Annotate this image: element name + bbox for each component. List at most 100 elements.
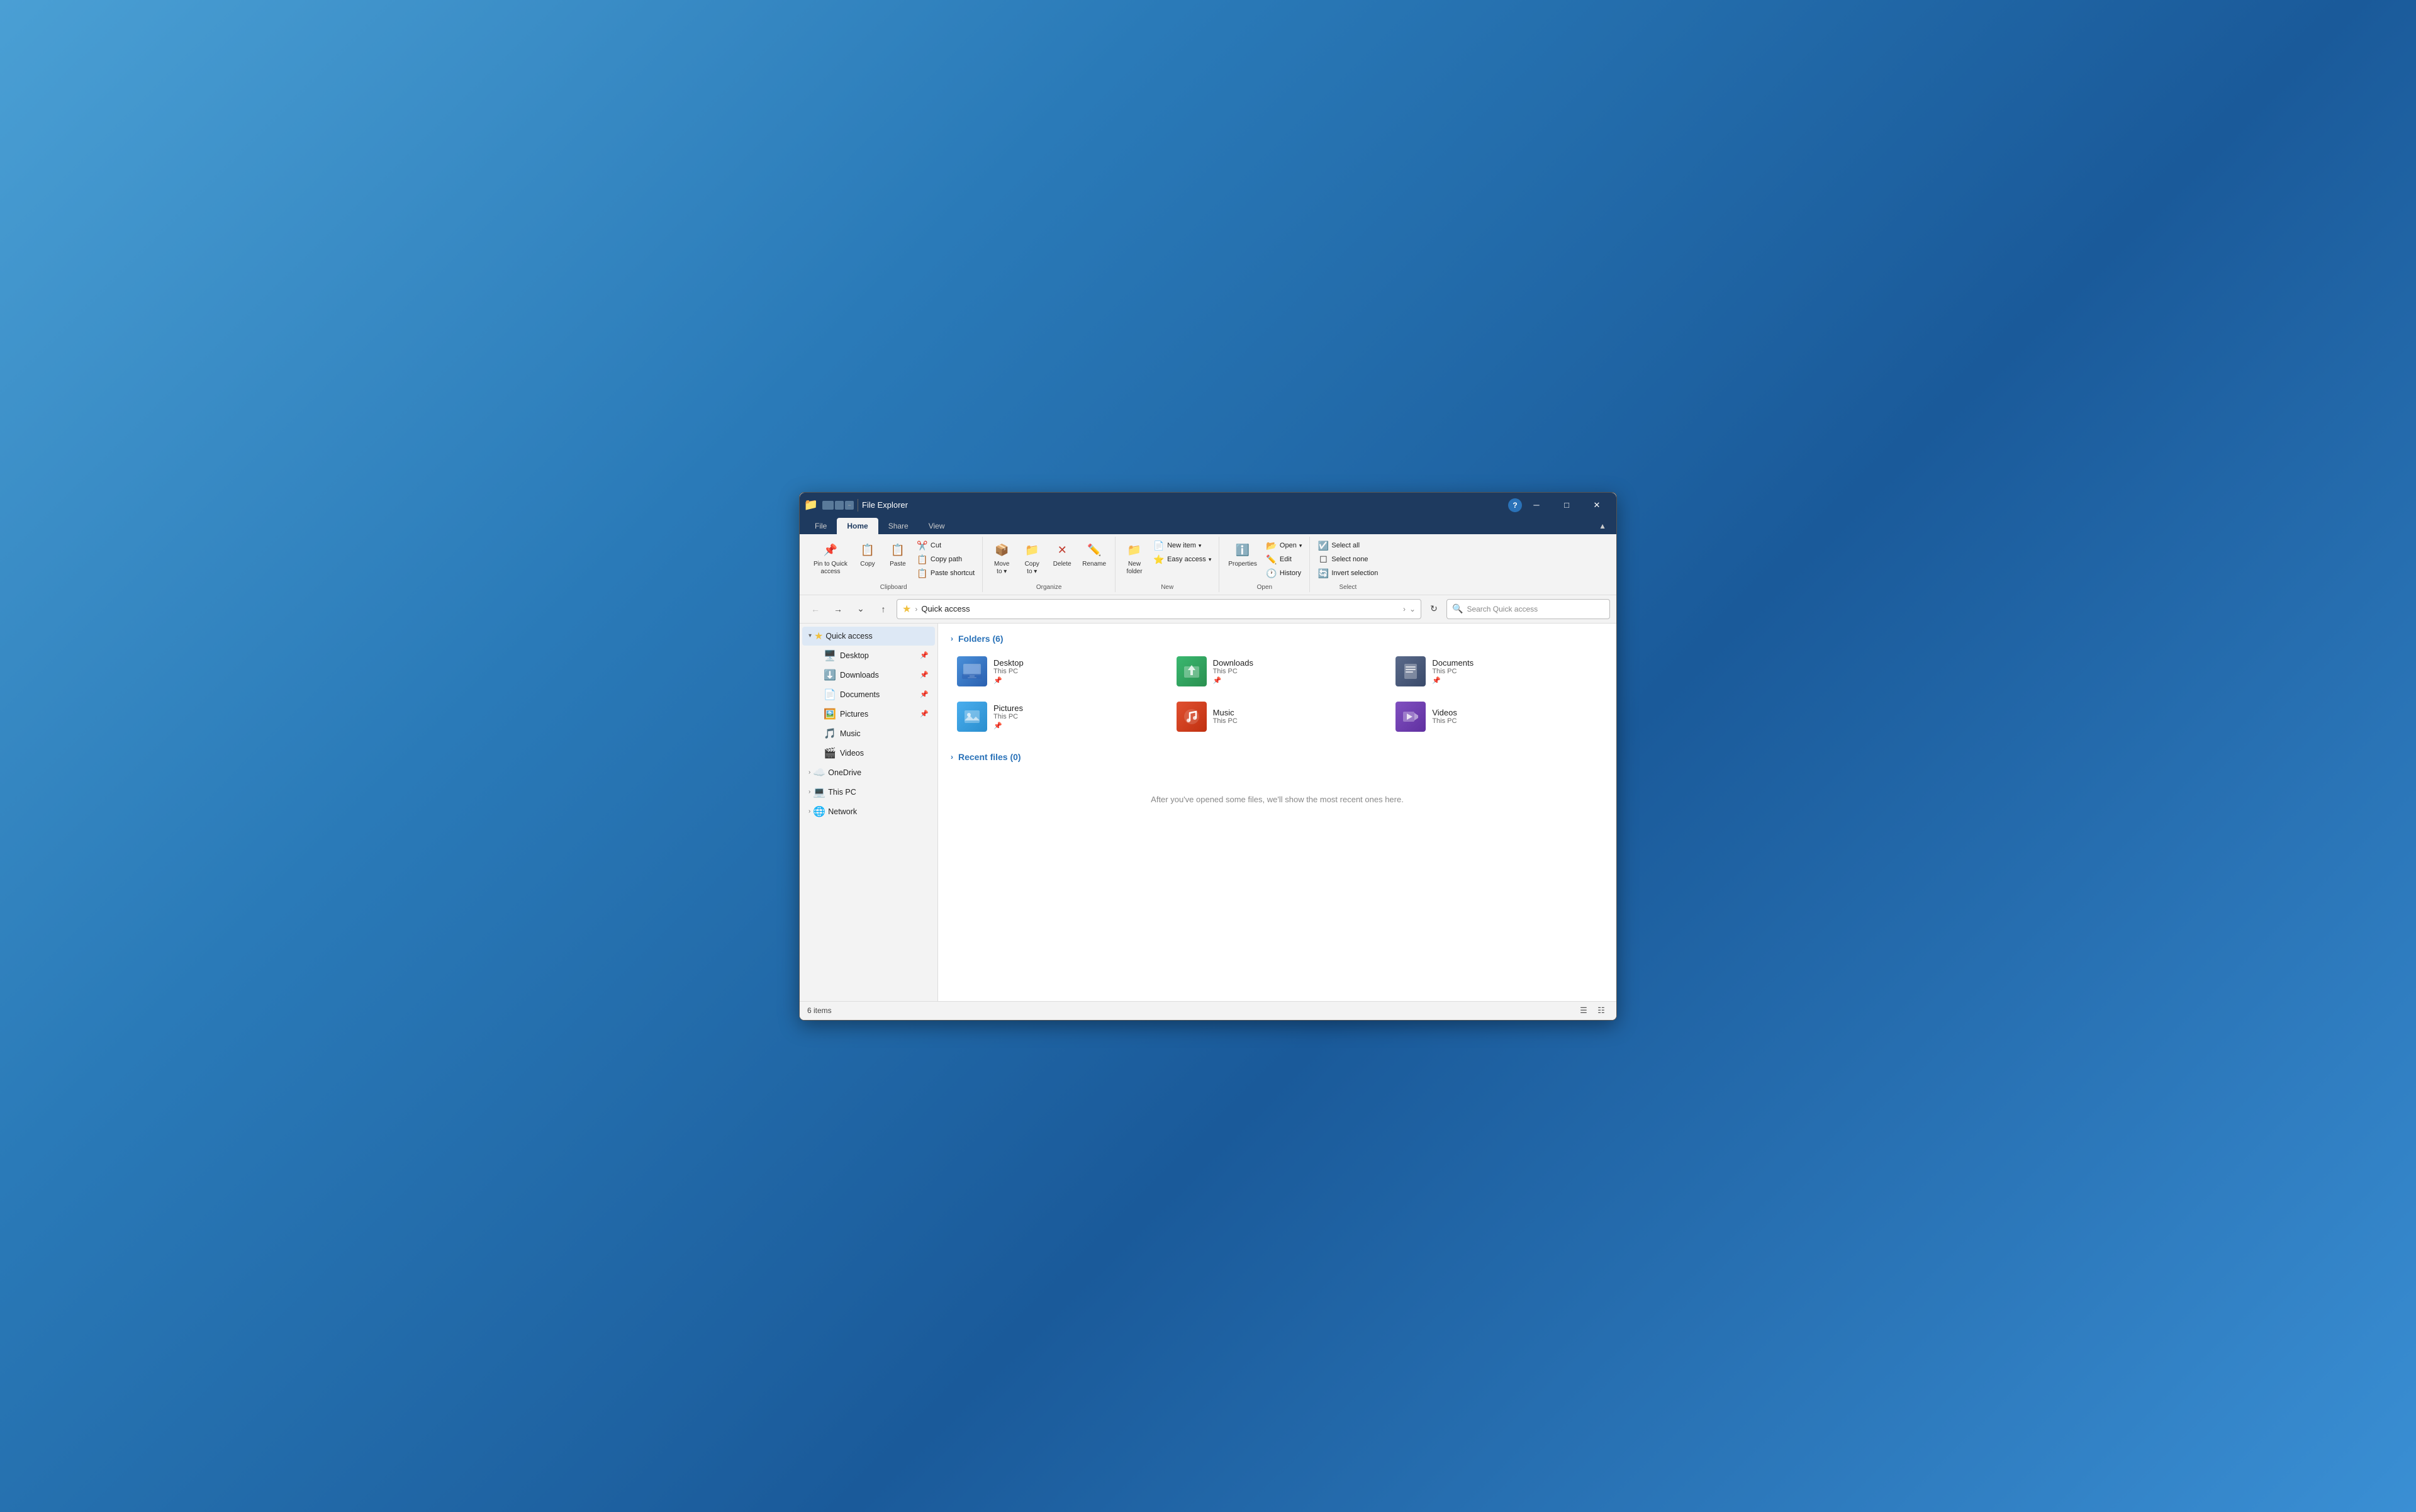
select-all-button[interactable]: ☑️ Select all bbox=[1315, 539, 1380, 552]
folders-section-header[interactable]: › Folders (6) bbox=[951, 634, 1604, 644]
new-item-button[interactable]: 📄 New item ▾ bbox=[1151, 539, 1214, 552]
invert-selection-label: Invert selection bbox=[1331, 569, 1378, 577]
recent-empty-message: After you've opened some files, we'll sh… bbox=[951, 770, 1604, 829]
tab-share[interactable]: Share bbox=[878, 518, 919, 534]
recent-locations-button[interactable]: ⌄ bbox=[851, 600, 870, 619]
tab-view[interactable]: View bbox=[919, 518, 955, 534]
sidebar-network[interactable]: › 🌐 Network bbox=[802, 802, 935, 821]
quick-access-label: Quick access bbox=[825, 632, 872, 641]
pin-to-quick-access-button[interactable]: 📌 Pin to Quickaccess bbox=[810, 539, 851, 578]
move-to-label: Moveto ▾ bbox=[994, 561, 1009, 576]
copy-to-button[interactable]: 📁 Copyto ▾ bbox=[1018, 539, 1046, 578]
music-location: This PC bbox=[1213, 717, 1238, 725]
delete-button[interactable]: ✕ Delete bbox=[1048, 539, 1076, 571]
tab-home[interactable]: Home bbox=[837, 518, 878, 534]
minimize-button[interactable]: ─ bbox=[1522, 495, 1551, 515]
sidebar-item-music[interactable]: 🎵 Music bbox=[817, 724, 935, 743]
sidebar-onedrive[interactable]: › ☁️ OneDrive bbox=[802, 763, 935, 782]
move-to-button[interactable]: 📦 Moveto ▾ bbox=[988, 539, 1015, 578]
paste-shortcut-button[interactable]: 📋 Paste shortcut bbox=[914, 567, 977, 580]
cut-button[interactable]: ✂️ Cut bbox=[914, 539, 977, 552]
tab-file[interactable]: File bbox=[805, 518, 837, 534]
open-button[interactable]: 📂 Open ▾ bbox=[1263, 539, 1304, 552]
open-buttons: ℹ️ Properties 📂 Open ▾ ✏️ Edit 🕐 bbox=[1224, 537, 1304, 583]
invert-selection-icon: 🔄 bbox=[1317, 568, 1329, 579]
edit-icon: ✏️ bbox=[1266, 554, 1277, 565]
close-button[interactable]: ✕ bbox=[1582, 495, 1611, 515]
title-bar: 📁 − File Explorer ? ─ □ ✕ bbox=[800, 493, 1616, 518]
folder-item-documents[interactable]: Documents This PC 📌 bbox=[1389, 651, 1604, 692]
list-view-button[interactable]: ☰ bbox=[1576, 1004, 1591, 1017]
new-folder-label: Newfolder bbox=[1127, 561, 1143, 576]
desktop-label: Desktop bbox=[840, 651, 916, 660]
new-buttons: 📁 Newfolder 📄 New item ▾ ⭐ Easy access ▾ bbox=[1121, 537, 1214, 583]
quick-icon-3[interactable]: − bbox=[845, 501, 854, 510]
address-box[interactable]: ★ › Quick access › ⌄ bbox=[897, 599, 1421, 619]
new-label: New bbox=[1121, 583, 1214, 592]
properties-icon: ℹ️ bbox=[1234, 542, 1251, 559]
music-icon: 🎵 bbox=[824, 727, 836, 740]
details-view-button[interactable]: ☷ bbox=[1594, 1004, 1609, 1017]
move-icon: 📦 bbox=[993, 542, 1010, 559]
pictures-icon: 🖼️ bbox=[824, 708, 836, 720]
refresh-button[interactable]: ↻ bbox=[1425, 600, 1443, 618]
up-button[interactable]: ↑ bbox=[874, 600, 893, 619]
ribbon-collapse-button[interactable]: ▲ bbox=[1594, 519, 1611, 533]
folder-item-desktop[interactable]: Desktop This PC 📌 bbox=[951, 651, 1165, 692]
onedrive-label: OneDrive bbox=[828, 768, 861, 777]
select-all-label: Select all bbox=[1331, 542, 1360, 549]
help-button[interactable]: ? bbox=[1508, 498, 1522, 512]
clipboard-buttons: 📌 Pin to Quickaccess 📋 Copy 📋 Paste ✂️ bbox=[810, 537, 977, 583]
select-none-button[interactable]: ☐ Select none bbox=[1315, 553, 1380, 566]
paste-shortcut-icon: 📋 bbox=[917, 568, 928, 579]
new-folder-icon: 📁 bbox=[1126, 542, 1143, 559]
new-folder-button[interactable]: 📁 Newfolder bbox=[1121, 539, 1148, 578]
address-dropdown-chevron[interactable]: ⌄ bbox=[1409, 605, 1416, 613]
back-button[interactable]: ← bbox=[806, 600, 825, 619]
select-none-icon: ☐ bbox=[1317, 554, 1329, 565]
sidebar-item-desktop[interactable]: 🖥️ Desktop 📌 bbox=[817, 646, 935, 665]
downloads-label: Downloads bbox=[840, 671, 916, 680]
maximize-button[interactable]: □ bbox=[1552, 495, 1581, 515]
history-button[interactable]: 🕐 History bbox=[1263, 567, 1304, 580]
forward-button[interactable]: → bbox=[829, 600, 847, 619]
copy-path-icon: 📋 bbox=[917, 554, 928, 565]
paste-label: Paste bbox=[890, 561, 906, 568]
sidebar-item-documents[interactable]: 📄 Documents 📌 bbox=[817, 685, 935, 704]
copy-path-label: Copy path bbox=[931, 556, 962, 563]
open-label: Open bbox=[1224, 583, 1304, 592]
rename-button[interactable]: ✏️ Rename bbox=[1078, 539, 1110, 571]
quick-icon-2[interactable] bbox=[835, 501, 844, 510]
ribbon-group-new: 📁 Newfolder 📄 New item ▾ ⭐ Easy access ▾ bbox=[1116, 537, 1219, 592]
easy-access-button[interactable]: ⭐ Easy access ▾ bbox=[1151, 553, 1214, 566]
ribbon-group-open: ℹ️ Properties 📂 Open ▾ ✏️ Edit 🕐 bbox=[1219, 537, 1310, 592]
content-area: › Folders (6) bbox=[938, 624, 1616, 1001]
sidebar-item-videos[interactable]: 🎬 Videos bbox=[817, 744, 935, 763]
thispc-chevron: › bbox=[808, 788, 810, 795]
sidebar-this-pc[interactable]: › 💻 This PC bbox=[802, 783, 935, 802]
quick-icon-1[interactable] bbox=[822, 501, 834, 510]
recent-files-section-header[interactable]: › Recent files (0) bbox=[951, 752, 1604, 762]
new-item-label: New item bbox=[1167, 542, 1196, 549]
sidebar-item-pictures[interactable]: 🖼️ Pictures 📌 bbox=[817, 705, 935, 724]
edit-button[interactable]: ✏️ Edit bbox=[1263, 553, 1304, 566]
paste-shortcut-label: Paste shortcut bbox=[931, 569, 975, 577]
paste-button[interactable]: 📋 Paste bbox=[884, 539, 912, 571]
folder-item-pictures[interactable]: Pictures This PC 📌 bbox=[951, 697, 1165, 737]
sidebar-item-downloads[interactable]: ⬇️ Downloads 📌 bbox=[817, 666, 935, 685]
copy-button[interactable]: 📋 Copy bbox=[854, 539, 881, 571]
sidebar-quick-access[interactable]: ▾ ★ Quick access bbox=[802, 627, 935, 646]
copy-to-icon: 📁 bbox=[1023, 542, 1041, 559]
open-small-buttons: 📂 Open ▾ ✏️ Edit 🕐 History bbox=[1263, 539, 1304, 580]
network-label: Network bbox=[828, 807, 857, 816]
invert-selection-button[interactable]: 🔄 Invert selection bbox=[1315, 567, 1380, 580]
copy-path-button[interactable]: 📋 Copy path bbox=[914, 553, 977, 566]
onedrive-icon: ☁️ bbox=[813, 766, 825, 779]
search-box[interactable]: 🔍 Search Quick access bbox=[1446, 599, 1610, 619]
pictures-thumb bbox=[957, 702, 987, 732]
folder-item-downloads[interactable]: Downloads This PC 📌 bbox=[1170, 651, 1385, 692]
properties-button[interactable]: ℹ️ Properties bbox=[1224, 539, 1261, 571]
easy-access-label: Easy access bbox=[1167, 556, 1206, 563]
folder-item-music[interactable]: Music This PC bbox=[1170, 697, 1385, 737]
folder-item-videos[interactable]: Videos This PC bbox=[1389, 697, 1604, 737]
